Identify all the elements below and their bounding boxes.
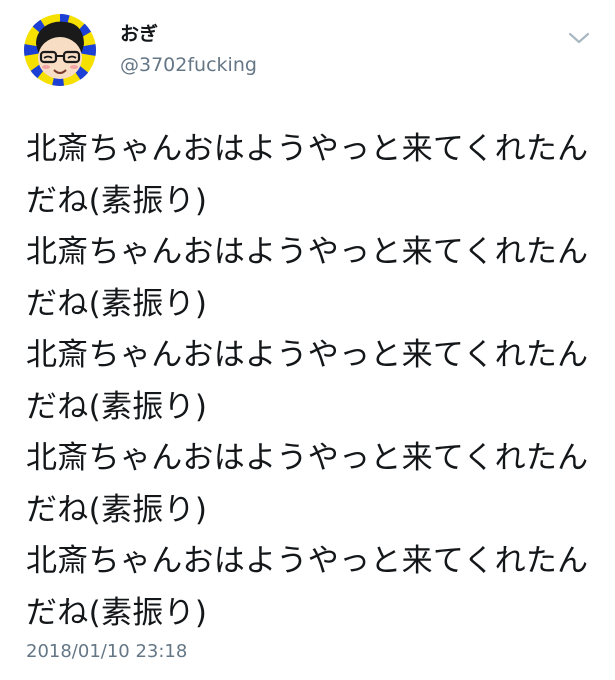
chevron-down-icon-glyph xyxy=(568,32,590,44)
avatar-illustration xyxy=(24,14,96,86)
tweet-timestamp[interactable]: 2018/01/10 23:18 xyxy=(26,640,187,664)
user-handle[interactable]: @3702fucking xyxy=(120,53,257,77)
chevron-down-icon[interactable] xyxy=(567,30,591,46)
avatar[interactable] xyxy=(24,14,96,86)
tweet-card: おぎ @3702fucking 北斎ちゃんおはようやっと来てくれたんだね(素振り… xyxy=(0,0,615,680)
tweet-text: 北斎ちゃんおはようやっと来てくれたんだね(素振り) 北斎ちゃんおはようやっと来て… xyxy=(26,131,589,631)
display-name[interactable]: おぎ xyxy=(120,22,158,46)
